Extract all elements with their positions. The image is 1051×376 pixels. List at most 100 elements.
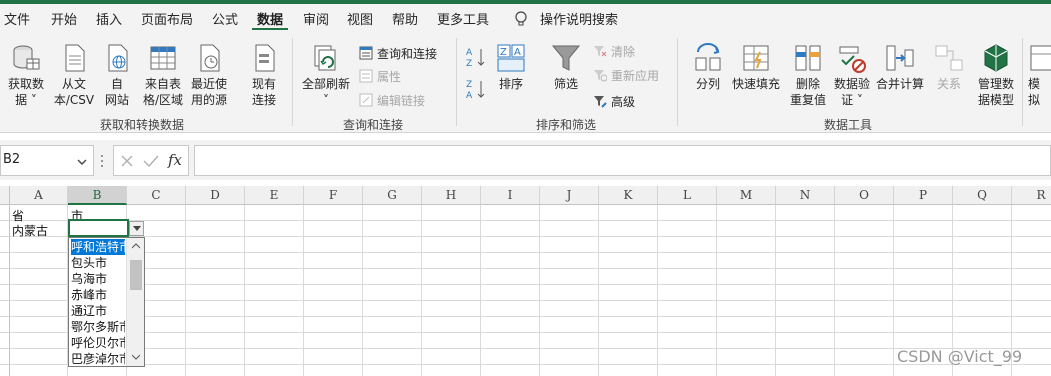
enter-check-icon[interactable] xyxy=(143,154,159,168)
clear-filter-button[interactable]: 清除 xyxy=(593,40,635,62)
manage-data-model-label: 管理数 据模型 xyxy=(977,77,1014,107)
column-header-h[interactable]: H xyxy=(422,186,481,205)
group-divider xyxy=(292,38,293,126)
queries-connections-button[interactable]: 查询和连接 xyxy=(359,42,437,64)
text-to-columns-button[interactable]: 分列 xyxy=(682,40,734,112)
get-data-button[interactable]: 获取数 据 ˅ xyxy=(0,40,52,112)
cell-a2[interactable]: 内蒙古 xyxy=(12,222,48,239)
existing-connections-button[interactable]: 现有 连接 xyxy=(238,40,290,112)
reapply-button[interactable]: 重新应用 xyxy=(593,64,659,86)
filter-button[interactable]: 筛选 xyxy=(540,40,592,112)
column-header-c[interactable]: C xyxy=(127,186,186,205)
column-header-r[interactable]: R xyxy=(1012,186,1051,205)
cancel-icon[interactable] xyxy=(120,154,134,168)
properties-button[interactable]: 属性 xyxy=(359,65,401,87)
data-validation-button[interactable]: 数据验 证 ˅ xyxy=(826,40,878,112)
what-if-analysis-button[interactable]: 模拟 xyxy=(1024,40,1051,112)
dropdown-arrow-button[interactable] xyxy=(129,221,144,236)
insert-function-button[interactable]: fx xyxy=(168,151,182,169)
dropdown-scrollbar[interactable] xyxy=(126,238,144,366)
what-if-icon xyxy=(1030,45,1051,71)
dropdown-option[interactable]: 包头市 xyxy=(71,255,125,271)
column-header-j[interactable]: J xyxy=(540,186,599,205)
group-divider xyxy=(456,38,457,126)
sort-button[interactable]: Z A 排序 xyxy=(485,40,537,112)
column-header-n[interactable]: N xyxy=(776,186,835,205)
tab-view[interactable]: 视图 xyxy=(347,9,373,28)
tab-data[interactable]: 数据 xyxy=(257,9,283,28)
grid-column-line xyxy=(775,205,776,376)
chevron-down-icon[interactable] xyxy=(77,157,87,167)
from-web-button[interactable]: 自 网站 xyxy=(91,40,143,112)
spreadsheet-grid[interactable]: ABCDEFGHIJKLMNOPQR 省 市 内蒙古 呼和浩特市包头市乌海市赤峰… xyxy=(0,186,1051,376)
grid-column-line xyxy=(362,205,363,376)
grid-column-line xyxy=(834,205,835,376)
tell-me-search[interactable]: 操作说明搜索 xyxy=(540,9,618,28)
queries-connections-label: 查询和连接 xyxy=(377,46,438,61)
edit-links-label: 编辑链接 xyxy=(377,93,426,108)
column-header-f[interactable]: F xyxy=(304,186,363,205)
formula-input[interactable] xyxy=(194,145,1051,176)
column-header-g[interactable]: G xyxy=(363,186,422,205)
dropdown-option[interactable]: 通辽市 xyxy=(71,303,125,319)
scroll-up-icon[interactable] xyxy=(132,243,140,249)
column-header-d[interactable]: D xyxy=(186,186,245,205)
column-header-k[interactable]: K xyxy=(599,186,658,205)
validation-dropdown-list[interactable]: 呼和浩特市包头市乌海市赤峰市通辽市鄂尔多斯市呼伦贝尔市巴彦淖尔市 xyxy=(68,237,145,367)
remove-duplicates-icon xyxy=(795,45,821,71)
column-header-b[interactable]: B xyxy=(68,186,127,205)
advanced-filter-label: 高级 xyxy=(611,94,636,109)
refresh-icon xyxy=(314,45,336,71)
tab-file[interactable]: 文件 xyxy=(4,9,30,28)
advanced-filter-icon xyxy=(594,96,607,108)
group-divider xyxy=(677,38,678,126)
tab-insert[interactable]: 插入 xyxy=(96,9,122,28)
relationships-button[interactable]: 关系 xyxy=(923,40,975,112)
clear-filter-label: 清除 xyxy=(611,44,636,59)
group-label-get-transform: 获取和转换数据 xyxy=(100,118,185,132)
more-options-icon[interactable] xyxy=(100,154,104,168)
svg-text:Z: Z xyxy=(466,80,472,90)
tab-more-tools[interactable]: 更多工具 xyxy=(437,9,489,28)
scroll-down-icon[interactable] xyxy=(132,354,140,360)
tab-page-layout[interactable]: 页面布局 xyxy=(141,9,193,28)
column-header-l[interactable]: L xyxy=(658,186,717,205)
refresh-all-button[interactable]: 全部刷新 ˅ xyxy=(300,40,352,112)
column-header-o[interactable]: O xyxy=(835,186,894,205)
column-header-p[interactable]: P xyxy=(894,186,953,205)
from-table-button[interactable]: 来自表 格/区域 xyxy=(137,40,189,112)
dropdown-option[interactable]: 赤峰市 xyxy=(71,287,125,303)
flash-fill-button[interactable]: 快速填充 xyxy=(728,40,784,112)
tab-home[interactable]: 开始 xyxy=(51,9,77,28)
svg-text:A: A xyxy=(466,48,473,58)
column-header-a[interactable]: A xyxy=(10,186,68,205)
data-validation-icon xyxy=(839,46,866,73)
column-header-e[interactable]: E xyxy=(245,186,304,205)
column-header-q[interactable]: Q xyxy=(953,186,1012,205)
advanced-filter-button[interactable]: 高级 xyxy=(593,90,635,112)
dropdown-option[interactable]: 呼伦贝尔市 xyxy=(71,335,125,351)
column-header-i[interactable]: I xyxy=(481,186,540,205)
dropdown-option[interactable]: 乌海市 xyxy=(71,271,125,287)
scrollbar-thumb[interactable] xyxy=(130,260,142,290)
sort-label: 排序 xyxy=(498,77,523,91)
dropdown-option[interactable]: 巴彦淖尔市 xyxy=(71,351,125,366)
what-if-label: 模拟 xyxy=(1028,77,1041,107)
tab-formulas[interactable]: 公式 xyxy=(212,9,238,28)
existing-connections-label: 现有 连接 xyxy=(251,77,276,107)
manage-data-model-button[interactable]: 管理数 据模型 xyxy=(970,40,1022,112)
consolidate-button[interactable]: 合并计算 xyxy=(872,40,928,112)
from-web-label: 自 网站 xyxy=(104,77,129,107)
column-header-m[interactable]: M xyxy=(717,186,776,205)
recent-sources-button[interactable]: 最近使 用的源 xyxy=(183,40,235,112)
name-box[interactable]: B2 xyxy=(0,145,94,176)
select-all-corner[interactable] xyxy=(0,186,10,205)
tab-review[interactable]: 审阅 xyxy=(303,9,329,28)
dropdown-option[interactable]: 呼和浩特市 xyxy=(71,239,125,255)
dropdown-option[interactable]: 鄂尔多斯市 xyxy=(71,319,125,335)
refresh-all-label: 全部刷新 xyxy=(301,77,350,91)
active-cell-b2[interactable] xyxy=(68,219,129,237)
edit-links-button[interactable]: 编辑链接 xyxy=(359,89,425,111)
grid-row-line xyxy=(0,300,1051,301)
tab-help[interactable]: 帮助 xyxy=(392,9,418,28)
